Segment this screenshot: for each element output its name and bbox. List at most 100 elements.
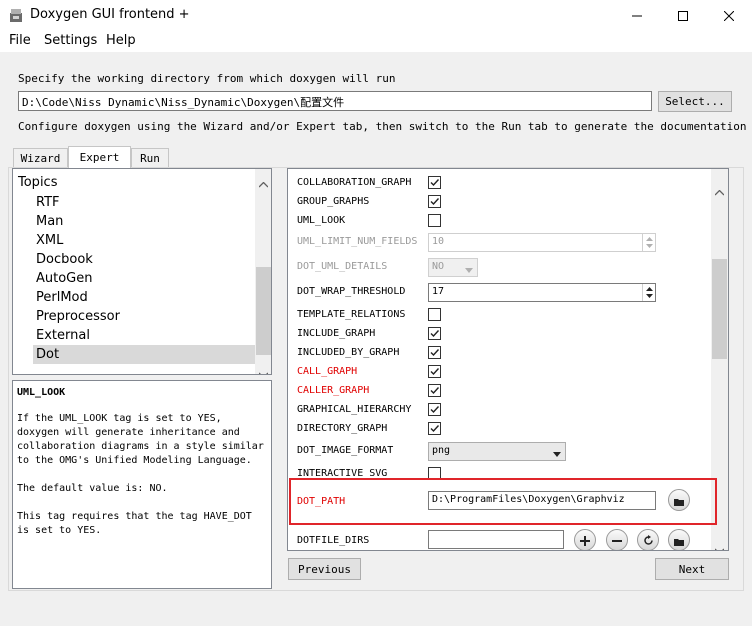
scroll-down-icon[interactable] <box>258 363 269 374</box>
spin-arrows-icon[interactable] <box>642 234 655 251</box>
maximize-icon <box>678 6 688 25</box>
topic-item-external[interactable]: External <box>36 326 256 345</box>
setting-label: DOT_IMAGE_FORMAT <box>297 445 394 456</box>
setting-checkbox-directory-graph[interactable] <box>428 422 441 435</box>
help-requirement: This tag requires that the tag HAVE_DOT … <box>17 511 252 536</box>
topic-item-autogen[interactable]: AutoGen <box>36 269 256 288</box>
setting-label: DOT_WRAP_THRESHOLD <box>297 286 406 297</box>
topic-item-xml[interactable]: XML <box>36 231 256 250</box>
window-title: Doxygen GUI frontend + <box>30 7 190 22</box>
minimize-button[interactable] <box>614 0 660 31</box>
browse-folder-button[interactable] <box>668 529 690 550</box>
help-default-value: The default value is: NO. <box>17 483 168 494</box>
setting-spinbox-dot-wrap-threshold[interactable]: 17 <box>428 283 656 302</box>
setting-row: GROUP_GRAPHS <box>288 193 713 212</box>
setting-label: DOTFILE_DIRS <box>297 535 370 546</box>
dropdown-arrow-icon <box>465 265 473 276</box>
spin-arrows-icon[interactable] <box>642 284 655 301</box>
dropdown-arrow-icon <box>553 449 561 460</box>
setting-checkbox-caller-graph[interactable] <box>428 384 441 397</box>
menu-file[interactable]: File <box>9 33 31 48</box>
tab-expert[interactable]: Expert <box>68 146 131 168</box>
instructions-text: Configure doxygen using the Wizard and/o… <box>18 120 747 133</box>
working-dir-input[interactable]: D:\Code\Niss Dynamic\Niss_Dynamic\Doxyge… <box>18 91 652 111</box>
setting-label: DIRECTORY_GRAPH <box>297 423 388 434</box>
setting-row: INCLUDED_BY_GRAPH <box>288 344 713 363</box>
working-dir-label: Specify the working directory from which… <box>18 72 396 85</box>
next-button[interactable]: Next <box>655 558 729 580</box>
maximize-button[interactable] <box>660 0 706 31</box>
setting-label: GROUP_GRAPHS <box>297 196 370 207</box>
remove-entry-button[interactable] <box>606 529 628 550</box>
topic-item-docbook[interactable]: Docbook <box>36 250 256 269</box>
close-icon <box>723 6 735 25</box>
topic-item-rtf[interactable]: RTF <box>36 193 256 212</box>
setting-row: GRAPHICAL_HIERARCHY <box>288 401 713 420</box>
setting-checkbox-include-graph[interactable] <box>428 327 441 340</box>
setting-spinbox-uml-limit-num-fields[interactable]: 10 <box>428 233 656 252</box>
topics-header: Topics <box>18 175 58 190</box>
topics-list[interactable]: Topics RTF Man XML Docbook AutoGen PerlM… <box>12 168 272 375</box>
previous-button[interactable]: Previous <box>288 558 361 580</box>
setting-row: DIRECTORY_GRAPH <box>288 420 713 439</box>
help-panel: UML_LOOK If the UML_LOOK tag is set to Y… <box>12 380 272 589</box>
setting-row: DOT_WRAP_THRESHOLD 17 <box>288 283 713 302</box>
setting-combo-dot-image-format[interactable]: png <box>428 442 566 461</box>
setting-combo-dot-uml-details[interactable]: NO <box>428 258 478 277</box>
combo-value: png <box>432 445 451 456</box>
help-title: UML_LOOK <box>17 387 66 398</box>
setting-label: UML_LIMIT_NUM_FIELDS <box>297 236 418 247</box>
minus-icon <box>612 531 622 550</box>
setting-label: CALL_GRAPH <box>297 366 358 377</box>
title-bar: Doxygen GUI frontend + <box>0 0 752 31</box>
scroll-down-icon[interactable] <box>714 539 725 550</box>
setting-row: DOT_UML_DETAILS NO <box>288 258 713 277</box>
setting-checkbox-included-by-graph[interactable] <box>428 346 441 359</box>
setting-row: UML_LOOK <box>288 212 713 231</box>
setting-checkbox-graphical-hierarchy[interactable] <box>428 403 441 416</box>
topics-scroll-thumb[interactable] <box>256 267 271 355</box>
menu-settings[interactable]: Settings <box>44 33 97 48</box>
topic-item-man[interactable]: Man <box>36 212 256 231</box>
topics-scrollbar[interactable] <box>255 169 271 374</box>
spinbox-value: 17 <box>432 286 445 297</box>
add-entry-button[interactable] <box>574 529 596 550</box>
tab-run[interactable]: Run <box>131 148 169 167</box>
menu-bar: File Settings Help <box>0 31 752 52</box>
select-dir-button[interactable]: Select... <box>658 91 732 112</box>
folder-icon <box>674 531 684 550</box>
topic-item-dot[interactable]: Dot <box>33 345 255 364</box>
setting-checkbox-uml-look[interactable] <box>428 214 441 227</box>
refresh-entry-button[interactable] <box>637 529 659 550</box>
setting-row: DOT_IMAGE_FORMAT png <box>288 442 713 461</box>
minimize-icon <box>632 6 642 25</box>
scroll-up-icon[interactable] <box>258 173 269 192</box>
setting-row: CALLER_GRAPH <box>288 382 713 401</box>
setting-checkbox-collaboration-graph[interactable] <box>428 176 441 189</box>
tab-wizard[interactable]: Wizard <box>13 148 68 167</box>
setting-row: DOTFILE_DIRS <box>288 529 713 550</box>
topic-item-preprocessor[interactable]: Preprocessor <box>36 307 256 326</box>
highlight-box <box>289 478 717 525</box>
scroll-up-icon[interactable] <box>714 181 725 200</box>
setting-label: TEMPLATE_RELATIONS <box>297 309 406 320</box>
setting-label: GRAPHICAL_HIERARCHY <box>297 404 412 415</box>
setting-row: COLLABORATION_GRAPH <box>288 174 713 193</box>
setting-row: INCLUDE_GRAPH <box>288 325 713 344</box>
close-button[interactable] <box>706 0 752 31</box>
setting-checkbox-template-relations[interactable] <box>428 308 441 321</box>
topic-item-perlmod[interactable]: PerlMod <box>36 288 256 307</box>
refresh-icon <box>643 531 654 550</box>
setting-list-dotfile-dirs[interactable] <box>428 530 564 549</box>
settings-scroll-thumb[interactable] <box>712 259 727 359</box>
setting-checkbox-group-graphs[interactable] <box>428 195 441 208</box>
setting-label: INCLUDE_GRAPH <box>297 328 376 339</box>
setting-label: DOT_UML_DETAILS <box>297 261 388 272</box>
setting-checkbox-call-graph[interactable] <box>428 365 441 378</box>
combo-value: NO <box>432 261 445 272</box>
setting-label: INCLUDED_BY_GRAPH <box>297 347 400 358</box>
spinbox-value: 10 <box>432 236 445 247</box>
setting-label: CALLER_GRAPH <box>297 385 370 396</box>
menu-help[interactable]: Help <box>106 33 136 48</box>
plus-icon <box>580 531 590 550</box>
